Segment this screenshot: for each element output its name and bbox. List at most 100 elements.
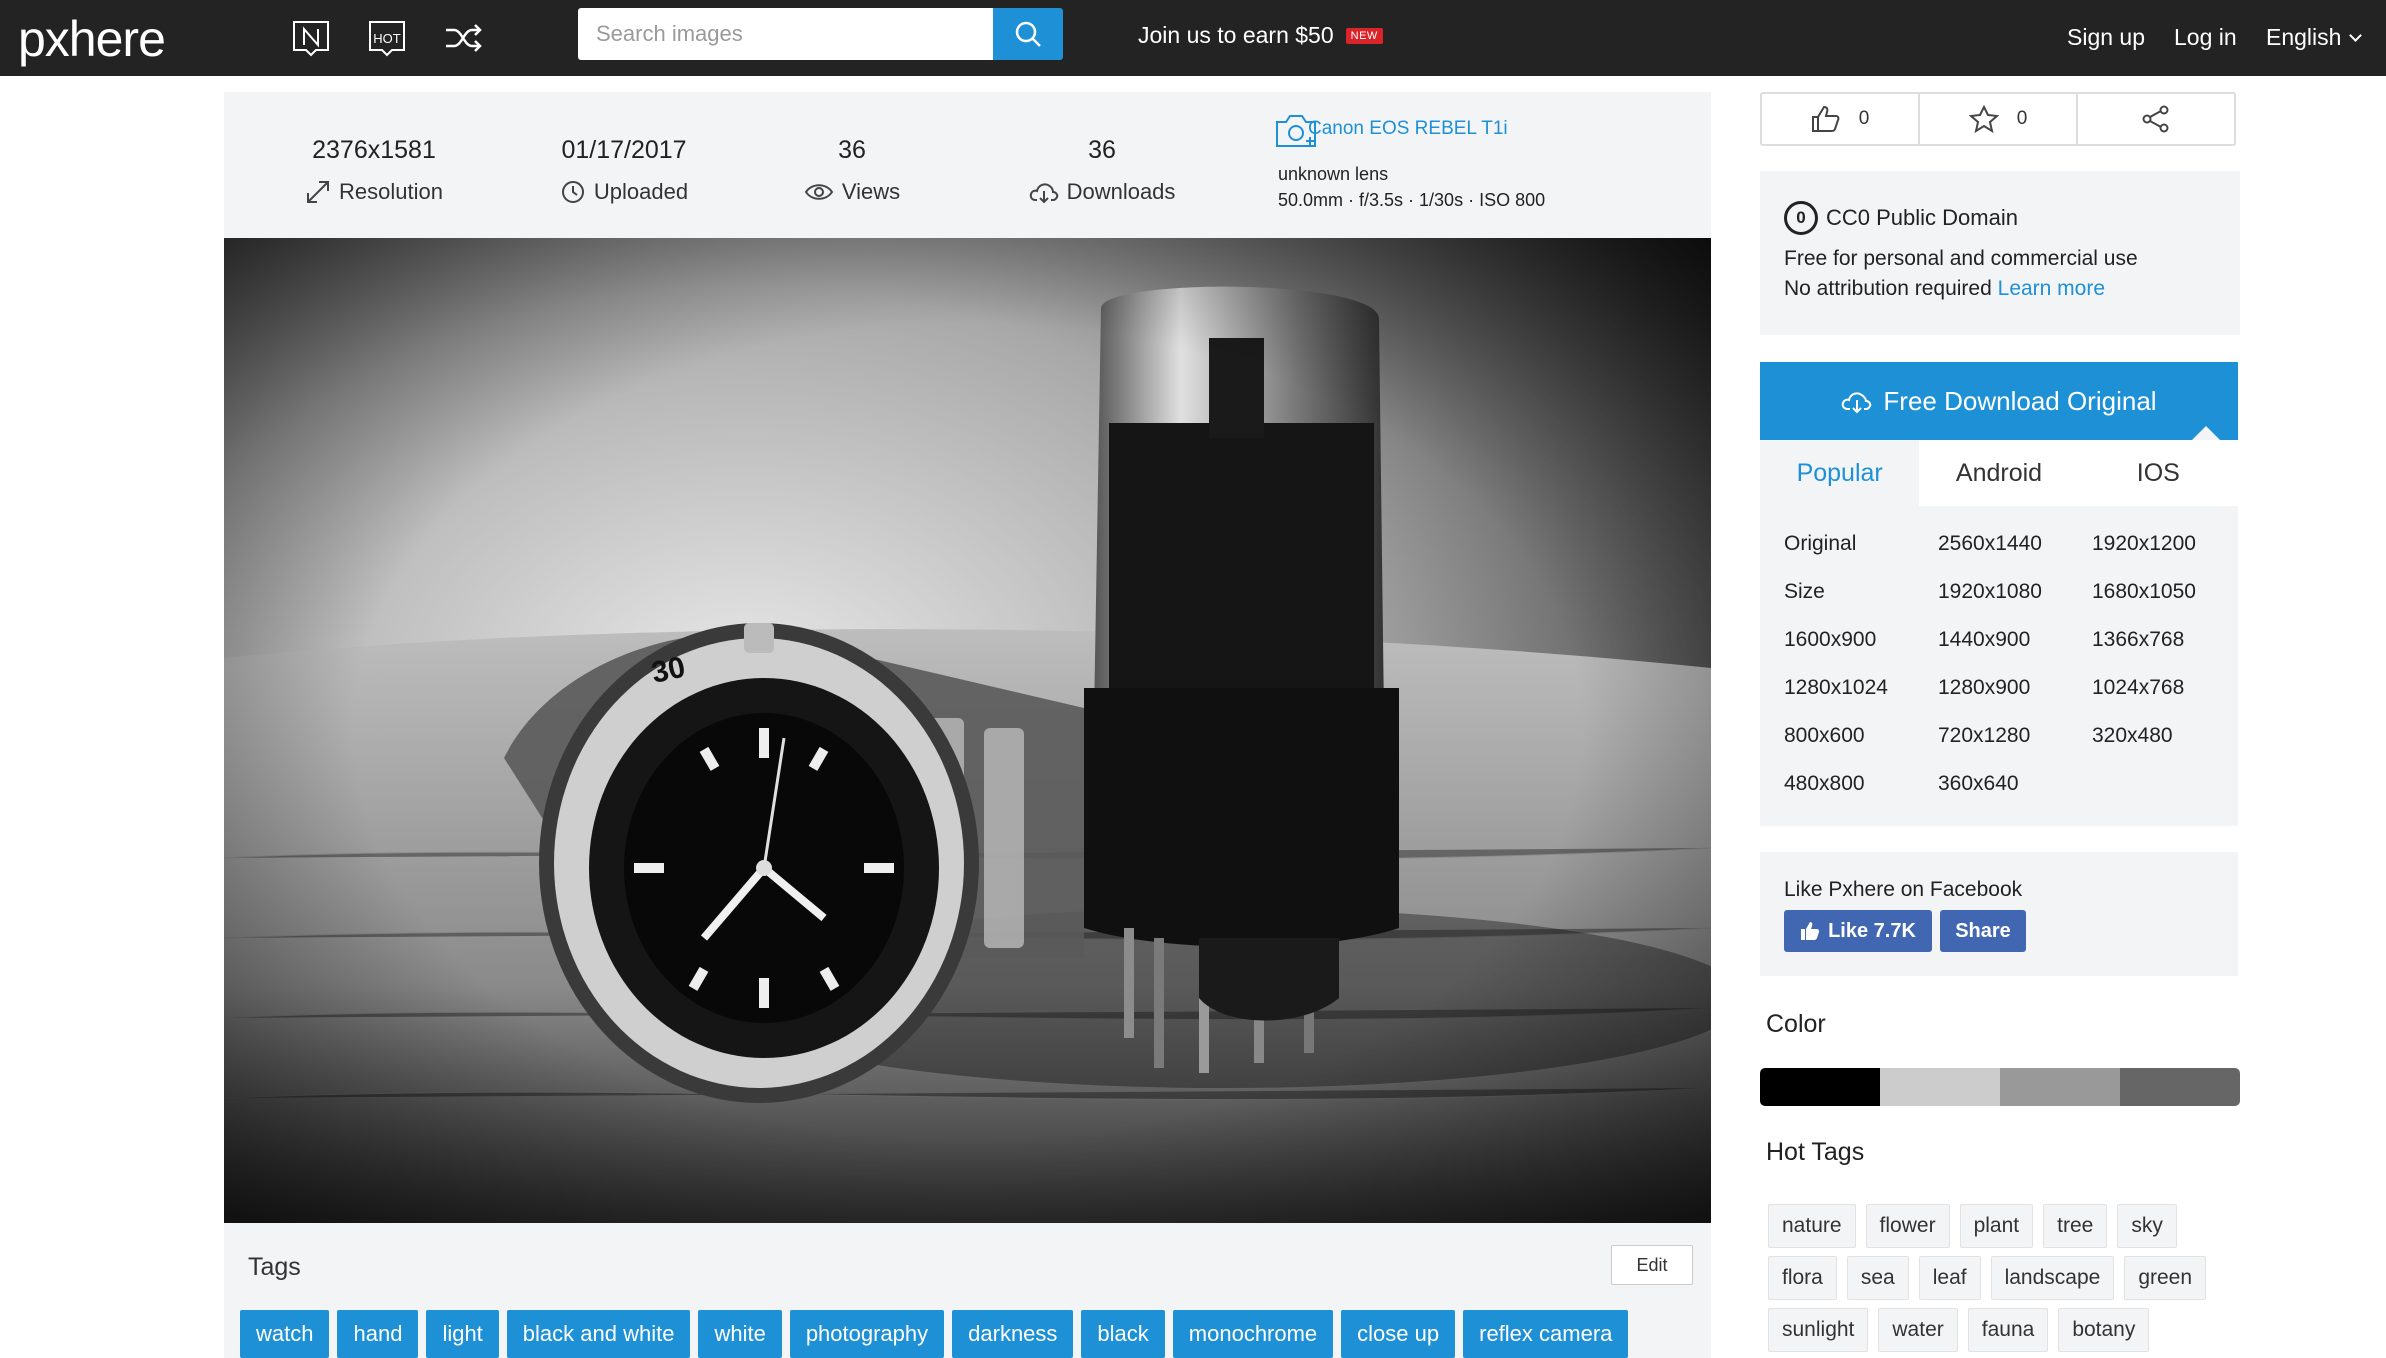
learn-more-link[interactable]: Learn more [1998,277,2105,300]
eye-icon [804,184,834,200]
facebook-share-button[interactable]: Share [1940,910,2026,952]
language-selector[interactable]: English [2266,24,2363,51]
size-option-original[interactable]: Original [1784,532,1938,558]
device-tabs: Popular Android IOS [1760,440,2238,506]
free-download-button[interactable]: Free Download Original [1760,362,2238,440]
thumbs-up-icon [1811,105,1840,132]
hot-tags-title: Hot Tags [1766,1138,1865,1166]
hot-icon[interactable]: HOT [366,18,408,58]
tags-section: Tags Edit watch hand light black and whi… [224,1223,1711,1358]
size-option[interactable]: 800x600 [1784,724,1938,750]
sign-up-link[interactable]: Sign up [2067,24,2145,51]
like-button[interactable]: 0 [1762,94,1920,144]
size-option[interactable]: 1920x1080 [1938,580,2092,606]
main-photo[interactable]: 30 [224,238,1711,1223]
color-swatch[interactable] [1880,1068,2000,1106]
tab-android[interactable]: Android [1919,440,2078,506]
exif-info: 50.0mm · f/3.5s · 1/30s · ISO 800 [1278,190,1546,210]
tag-item[interactable]: black [1081,1310,1165,1358]
new-icon[interactable] [290,18,332,58]
facebook-title: Like Pxhere on Facebook [1784,878,2023,901]
size-option[interactable]: 720x1280 [1938,724,2092,750]
cc0-icon: 0 [1784,201,1818,235]
views-value: 36 [838,136,866,164]
photo-actions: 0 0 [1760,92,2236,146]
edit-tags-button[interactable]: Edit [1611,1245,1693,1285]
resolution-label: Resolution [339,179,443,204]
license-usage: Free for personal and commercial use [1784,247,2138,270]
size-option[interactable]: 1024x768 [2092,676,2242,702]
facebook-like-button[interactable]: Like 7.7K [1784,910,1932,952]
size-option[interactable]: 1680x1050 [2092,580,2242,606]
size-option[interactable]: 320x480 [2092,724,2242,750]
hot-tag[interactable]: flora [1768,1256,1837,1300]
size-option[interactable]: 480x800 [1784,772,1938,798]
favorite-button[interactable]: 0 [1920,94,2078,144]
color-palette [1760,1068,2240,1106]
tag-item[interactable]: watch [240,1310,330,1358]
tag-item[interactable]: close up [1341,1310,1456,1358]
top-navbar: pxhere HOT Join us to earn $50 NEW Sign … [0,0,2386,76]
tag-item[interactable]: black and white [506,1310,691,1358]
hot-tag[interactable]: fauna [1967,1308,2049,1352]
share-icon [2142,105,2169,133]
uploaded-value: 01/17/2017 [561,136,687,164]
hot-tag[interactable]: nature [1768,1204,1856,1248]
tag-item[interactable]: monochrome [1172,1310,1334,1358]
resolution-value: 2376x1581 [312,136,436,164]
log-in-link[interactable]: Log in [2174,24,2237,51]
hot-tag[interactable]: sunlight [1768,1308,1869,1352]
earn-text: Join us to earn $50 [1138,22,1334,48]
site-logo[interactable]: pxhere [18,10,166,68]
download-caret [2192,426,2220,440]
size-option[interactable]: 360x640 [1938,772,2092,798]
color-swatch[interactable] [1760,1068,1880,1106]
size-option[interactable]: 1366x768 [2092,628,2242,654]
hot-tag[interactable]: plant [1959,1204,2034,1248]
views-label: Views [841,179,901,204]
size-option[interactable]: 1280x900 [1938,676,2092,702]
hot-tag[interactable]: botany [2058,1308,2150,1352]
tag-item[interactable]: photography [789,1310,945,1358]
size-option[interactable]: 1600x900 [1784,628,1938,654]
hot-tag[interactable]: flower [1865,1204,1950,1248]
earn-link[interactable]: Join us to earn $50 NEW [1138,22,1383,49]
camera-model-link[interactable]: Canon EOS REBEL T1i [1308,118,1508,140]
tags-title: Tags [248,1253,301,1281]
hot-tag[interactable]: sky [2117,1204,2177,1248]
size-option[interactable]: 1280x1024 [1784,676,1938,702]
color-swatch[interactable] [2120,1068,2240,1106]
size-option[interactable]: 2560x1440 [1938,532,2092,558]
language-label: English [2266,24,2342,50]
size-option[interactable]: 1440x900 [1938,628,2092,654]
uploaded-label: Uploaded [593,179,689,204]
stat-downloads: 36 Downloads [992,136,1212,205]
hot-tag[interactable]: sea [1846,1256,1909,1300]
color-title: Color [1766,1010,1826,1038]
hot-tag[interactable]: leaf [1918,1256,1981,1300]
tag-item[interactable]: darkness [952,1310,1074,1358]
hot-tag[interactable]: water [1878,1308,1958,1352]
facebook-box: Like Pxhere on Facebook Like 7.7K Share [1760,852,2238,976]
tag-item[interactable]: reflex camera [1463,1310,1629,1358]
tag-item[interactable]: light [426,1310,499,1358]
share-button[interactable] [2078,94,2234,144]
license-name: CC0 Public Domain [1826,205,2018,230]
hot-tag[interactable]: tree [2043,1204,2108,1248]
hot-tag[interactable]: landscape [1990,1256,2115,1300]
license-attribution: No attribution required Learn more [1784,277,2216,301]
tag-item[interactable]: white [698,1310,782,1358]
tag-item[interactable]: hand [337,1310,419,1358]
tab-ios[interactable]: IOS [2079,440,2238,506]
hot-tag[interactable]: green [2124,1256,2207,1300]
search-icon [1015,21,1041,47]
search-button[interactable] [993,8,1063,60]
size-option[interactable]: 1920x1200 [2092,532,2242,558]
search-input[interactable] [578,8,993,60]
favorite-count: 0 [2016,108,2028,129]
license-title: 0 CC0 Public Domain [1784,201,2216,235]
hot-tags-list: nature flower plant tree sky flora sea l… [1768,1204,2238,1352]
color-swatch[interactable] [2000,1068,2120,1106]
shuffle-icon[interactable] [442,18,484,58]
tab-popular[interactable]: Popular [1760,440,1920,506]
